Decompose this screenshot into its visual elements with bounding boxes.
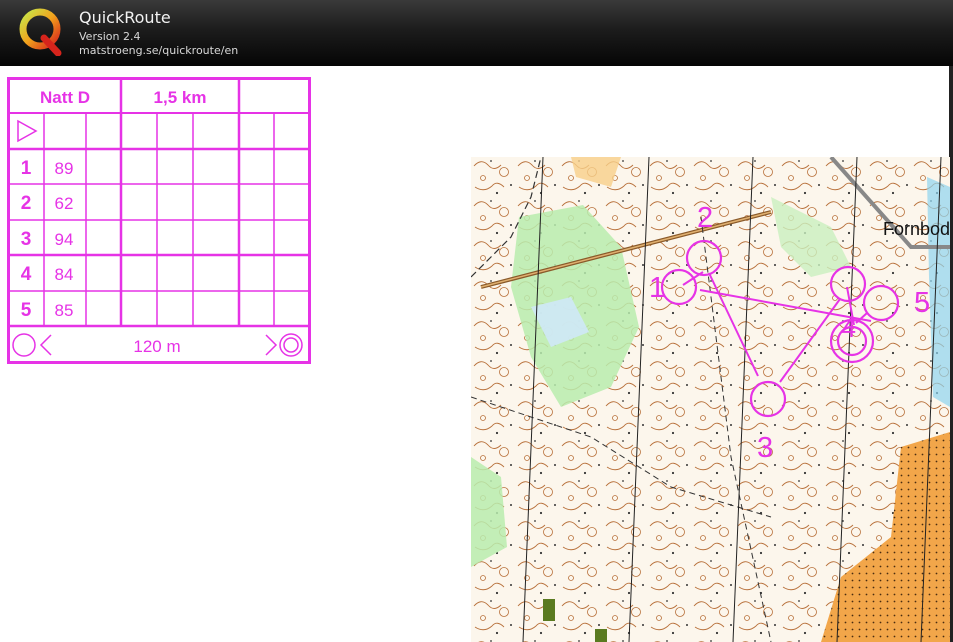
place-name-label: Fornbod [883, 219, 950, 239]
control-code: 94 [55, 230, 74, 249]
control-label: 2 [697, 202, 713, 234]
app-version: Version 2.4 [79, 30, 141, 43]
control-number: 2 [21, 193, 32, 214]
event-name: Natt D [40, 88, 90, 107]
building-marker [543, 599, 555, 621]
control-number: 5 [21, 300, 32, 321]
control-label: 3 [757, 432, 773, 464]
control-number: 1 [21, 158, 32, 179]
control-description-sheet: Natt D 1,5 km 1 89 2 62 3 94 4 84 5 85 1… [7, 77, 311, 364]
building-marker [595, 629, 607, 642]
quickroute-logo-icon [19, 8, 62, 56]
control-label: 4 [841, 313, 856, 343]
control-number: 3 [21, 229, 32, 250]
course-length: 1,5 km [154, 88, 207, 107]
control-code: 85 [55, 301, 74, 320]
control-number: 4 [21, 264, 32, 285]
control-code: 62 [55, 194, 74, 213]
control-code: 89 [55, 159, 74, 178]
control-code: 84 [55, 265, 74, 284]
app-title: QuickRoute [79, 8, 171, 27]
control-label: 5 [914, 287, 930, 319]
orienteering-map[interactable]: 1 2 3 4 5 Fornbod [471, 157, 950, 642]
control-label: 1 [649, 272, 665, 304]
finish-distance: 120 m [133, 337, 180, 356]
app-url: matstroeng.se/quickroute/en [79, 44, 239, 57]
title-bar: QuickRoute Version 2.4 matstroeng.se/qui… [0, 0, 953, 66]
